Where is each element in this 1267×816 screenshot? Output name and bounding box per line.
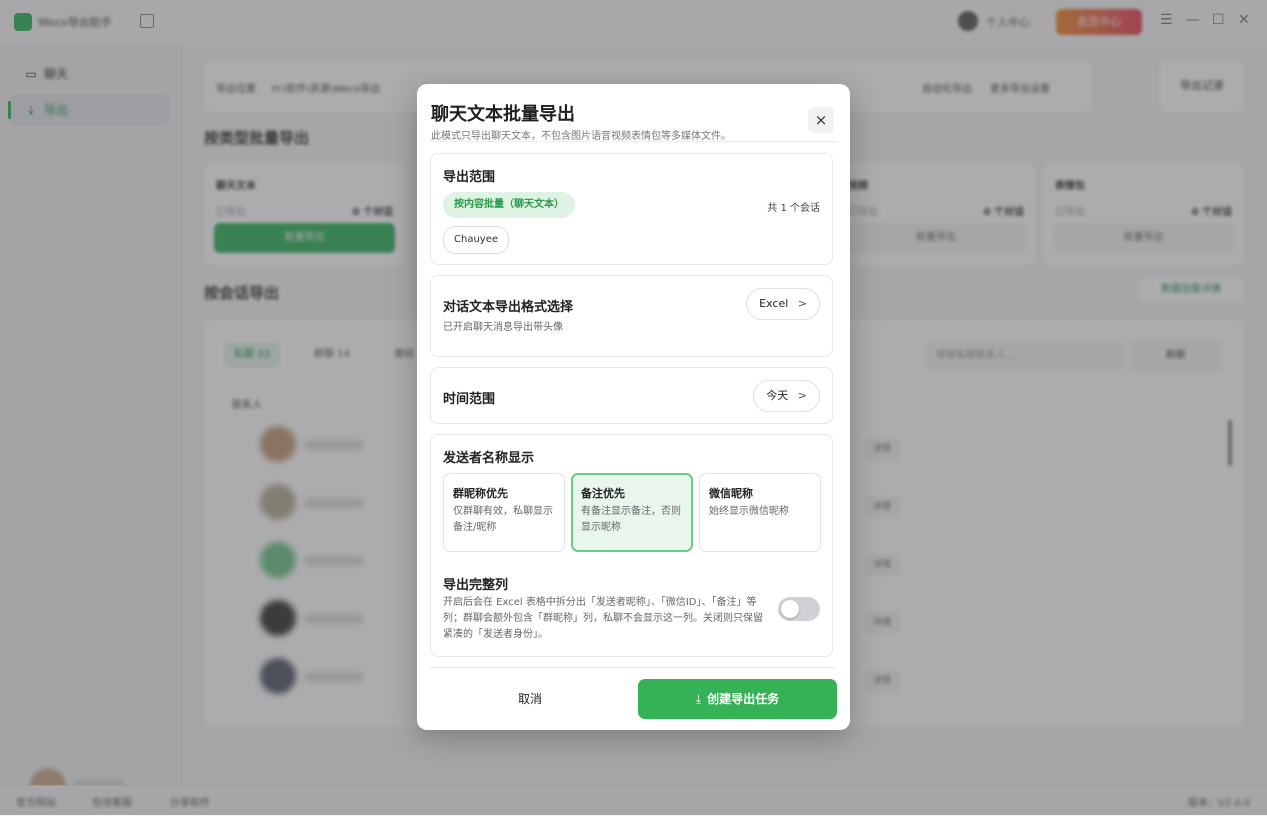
chevron-right-icon: >: [797, 389, 807, 402]
format-select-button[interactable]: Excel >: [746, 288, 820, 320]
dialog-subtitle: 此模式只导出聊天文本，不包含图片语音视频表情包等多媒体文件。: [431, 131, 731, 142]
cancel-button[interactable]: 取消: [430, 680, 630, 718]
format-section: 对话文本导出格式选择 已开启聊天消息导出带头像 Excel >: [430, 275, 833, 357]
time-range-value: 今天: [766, 389, 789, 402]
option-title: 群昵称优先: [453, 487, 508, 500]
option-title: 微信昵称: [709, 487, 753, 500]
divider: [429, 141, 837, 142]
option-remark-first[interactable]: 备注优先 有备注显示备注，否则显示昵称: [571, 473, 693, 552]
time-range-section: 时间范围 今天 >: [430, 367, 833, 424]
create-export-task-button[interactable]: ⤓ 创建导出任务: [638, 679, 837, 719]
option-title: 备注优先: [581, 487, 625, 500]
session-chip: Chauyee: [443, 226, 510, 254]
divider: [429, 667, 837, 668]
toggle-knob: [781, 600, 799, 618]
option-description: 有备注显示备注，否则显示昵称: [581, 506, 681, 533]
session-count: 共 1 个会话: [767, 203, 820, 214]
option-description: 仅群聊有效，私聊显示备注/昵称: [453, 506, 553, 533]
close-icon[interactable]: ×: [808, 107, 834, 133]
export-scope-section: 导出范围 按内容批量（聊天文本） 共 1 个会话 Chauyee: [430, 153, 833, 265]
chevron-right-icon: >: [797, 297, 807, 310]
option-wechat-nickname[interactable]: 微信昵称 始终显示微信昵称: [699, 473, 821, 552]
format-value: Excel: [759, 297, 789, 310]
create-export-task-label: 创建导出任务: [707, 692, 780, 706]
format-description: 已开启聊天消息导出带头像: [443, 322, 563, 333]
chat-text-export-dialog: 聊天文本批量导出 此模式只导出聊天文本，不包含图片语音视频表情包等多媒体文件。 …: [417, 84, 850, 730]
option-group-nickname-first[interactable]: 群昵称优先 仅群聊有效，私聊显示备注/昵称: [443, 473, 565, 552]
export-mode-tag: 按内容批量（聊天文本）: [443, 192, 575, 218]
full-columns-description: 开启后会在 Excel 表格中拆分出「发送者昵称」、「微信ID」、「备注」等列；…: [443, 597, 763, 640]
dialog-title: 聊天文本批量导出: [431, 104, 575, 125]
full-columns-heading: 导出完整列: [443, 578, 509, 593]
sender-name-heading: 发送者名称显示: [443, 451, 535, 466]
option-description: 始终显示微信昵称: [709, 506, 789, 517]
sender-name-section: 发送者名称显示 群昵称优先 仅群聊有效，私聊显示备注/昵称 备注优先 有备注显示…: [430, 434, 833, 657]
format-heading: 对话文本导出格式选择: [443, 300, 574, 315]
full-columns-toggle[interactable]: [778, 597, 820, 621]
time-range-heading: 时间范围: [443, 392, 496, 407]
download-icon: ⤓: [695, 692, 702, 706]
time-range-select-button[interactable]: 今天 >: [753, 380, 820, 412]
export-scope-heading: 导出范围: [443, 170, 496, 185]
